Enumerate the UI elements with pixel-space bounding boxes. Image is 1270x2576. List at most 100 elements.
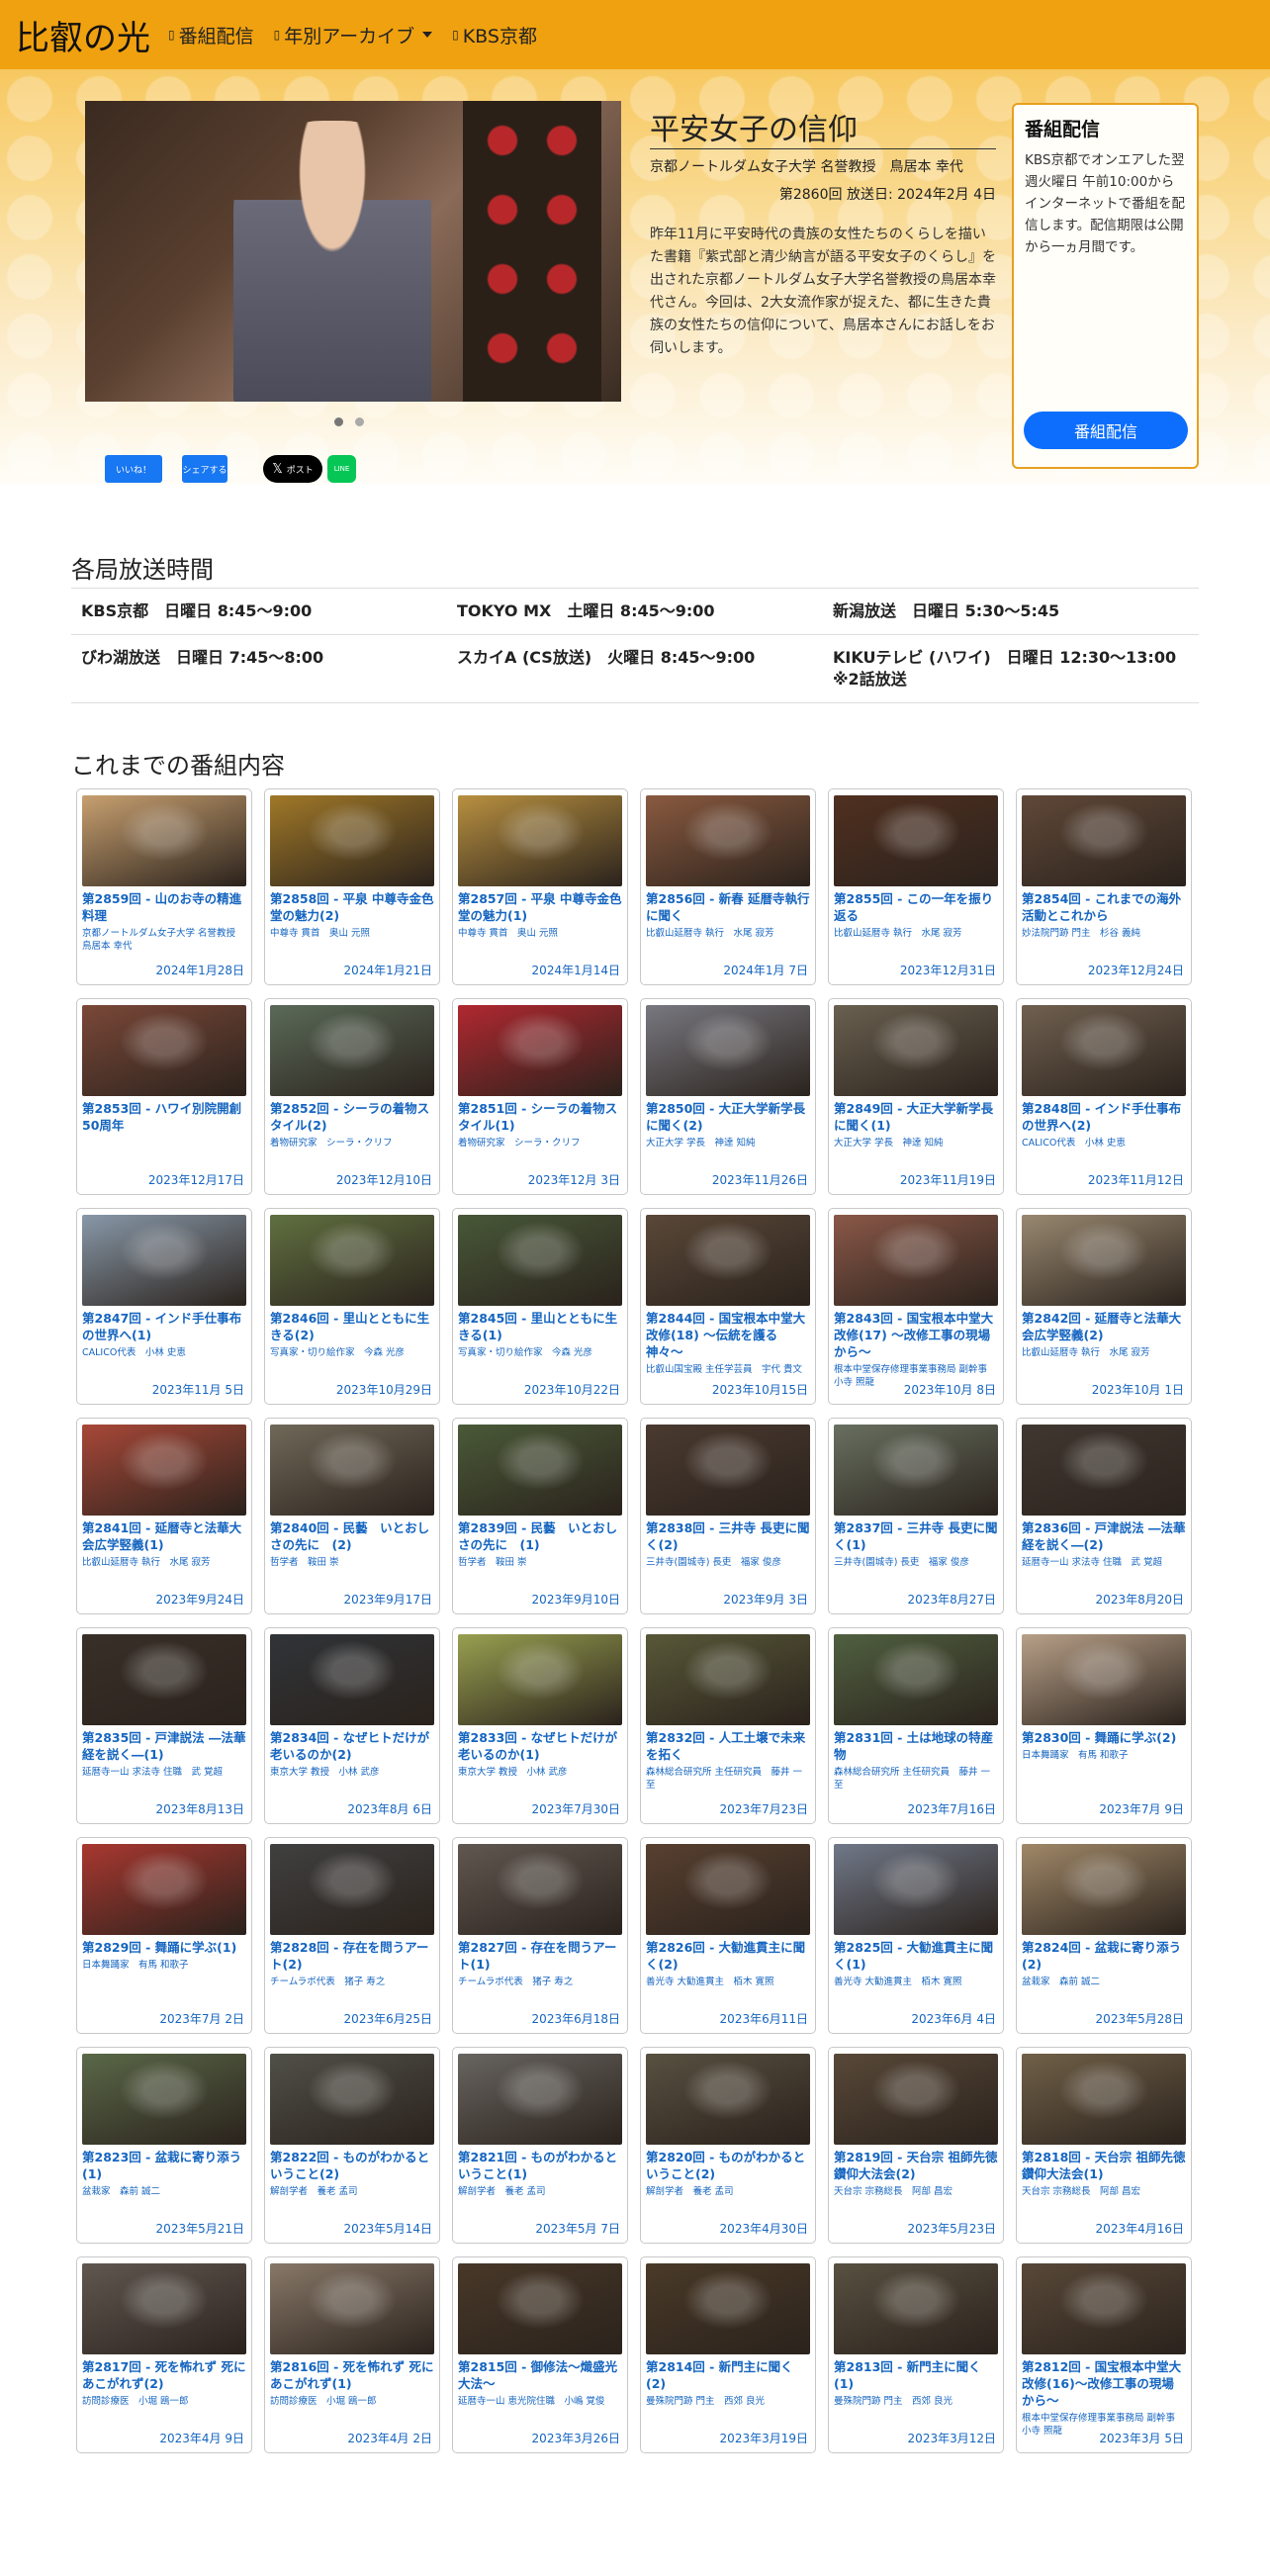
episode-card[interactable]: 第2820回 - ものがわかるということ(2) 解剖学者 養老 孟司 2023年4月… [640,2047,816,2244]
episode-thumbnail[interactable] [646,2054,810,2145]
episode-thumbnail[interactable] [834,1634,998,1725]
episode-card-title[interactable]: 第2824回 - 盆栽に寄り添う(2) [1022,1939,1186,1973]
episode-thumbnail[interactable] [82,1425,246,1516]
episode-card-title[interactable]: 第2846回 - 里山とともに生きる(2) [270,1310,434,1343]
nav-item-archive-dropdown[interactable]: ▯ 年別アーカイブ [274,22,433,48]
episode-thumbnail[interactable] [82,1215,246,1306]
episode-card-title[interactable]: 第2823回 - 盆栽に寄り添う(1) [82,2149,246,2182]
episode-thumbnail[interactable] [1022,1005,1186,1096]
episode-card-title[interactable]: 第2819回 - 天台宗 祖師先徳鑽仰大法会(2) [834,2149,998,2182]
carousel-dot-1[interactable] [334,417,343,426]
episode-thumbnail[interactable] [270,1005,434,1096]
episode-thumbnail[interactable] [458,2054,622,2145]
episode-thumbnail[interactable] [82,795,246,886]
episode-thumbnail[interactable] [82,2263,246,2354]
episode-card[interactable]: 第2855回 - この一年を振り返る 比叡山延暦寺 執行 水尾 寂芳 2023年12… [828,788,1004,985]
episode-thumbnail[interactable] [458,1005,622,1096]
episode-thumbnail[interactable] [834,795,998,886]
episode-thumbnail[interactable] [646,795,810,886]
episode-thumbnail[interactable] [1022,2263,1186,2354]
episode-card[interactable]: 第2819回 - 天台宗 祖師先徳鑽仰大法会(2) 天台宗 宗務総長 阿部 昌宏 2… [828,2047,1004,2244]
episode-card-title[interactable]: 第2856回 - 新春 延暦寺執行に聞く [646,890,810,924]
episode-thumbnail[interactable] [82,1634,246,1725]
episode-card-title[interactable]: 第2835回 - 戸津説法 ―法華経を説く―(1) [82,1729,246,1763]
episode-card[interactable]: 第2828回 - 存在を問うアート(2) チームラボ代表 猪子 寿之 2023年6月… [264,1837,440,2034]
episode-card-title[interactable]: 第2822回 - ものがわかるということ(2) [270,2149,434,2182]
episode-card[interactable]: 第2850回 - 大正大学新学長に聞く(2) 大正大学 学長 神達 知純 2023年… [640,998,816,1195]
episode-card-title[interactable]: 第2826回 - 大勧進貫主に聞く(2) [646,1939,810,1973]
episode-thumbnail[interactable] [834,2054,998,2145]
episode-card[interactable]: 第2839回 - 民藝 いとおしさの先に (1) 哲学者 鞍田 崇 2023年9月1… [452,1418,628,1614]
episode-card-title[interactable]: 第2844回 - 国宝根本中堂大改修(18) 〜伝統を護る神々〜 [646,1310,810,1360]
episode-thumbnail[interactable] [834,1425,998,1516]
facebook-like-button[interactable]: いいね！ [105,455,162,483]
nav-item-streaming[interactable]: ▯ 番組配信 [168,22,254,48]
facebook-share-button[interactable]: シェアする [182,455,227,483]
episode-thumbnail[interactable] [82,2054,246,2145]
episode-thumbnail[interactable] [458,2263,622,2354]
episode-card-title[interactable]: 第2852回 - シーラの着物スタイル(2) [270,1100,434,1134]
episode-thumbnail[interactable] [270,1215,434,1306]
episode-card[interactable]: 第2822回 - ものがわかるということ(2) 解剖学者 養老 孟司 2023年5月… [264,2047,440,2244]
x-post-button[interactable]: 𝕏 ポスト [263,455,322,483]
episode-card-title[interactable]: 第2832回 - 人工土壌で未来を拓く [646,1729,810,1763]
episode-card-title[interactable]: 第2851回 - シーラの着物スタイル(1) [458,1100,622,1134]
episode-card-title[interactable]: 第2827回 - 存在を問うアート(1) [458,1939,622,1973]
episode-card[interactable]: 第2853回 - ハワイ別院開創50周年 2023年12月17日 [76,998,252,1195]
episode-card[interactable]: 第2836回 - 戸津説法 ―法華経を説く―(2) 延暦寺一山 求法寺 住職 武 … [1016,1418,1192,1614]
episode-thumbnail[interactable] [1022,2054,1186,2145]
episode-thumbnail[interactable] [82,1844,246,1935]
episode-card-title[interactable]: 第2854回 - これまでの海外活動とこれから [1022,890,1186,924]
episode-card-title[interactable]: 第2842回 - 延暦寺と法華大会広学竪義(2) [1022,1310,1186,1343]
carousel-dot-2[interactable] [355,417,364,426]
episode-card-title[interactable]: 第2836回 - 戸津説法 ―法華経を説く―(2) [1022,1519,1186,1553]
episode-card-title[interactable]: 第2848回 - インド手仕事布の世界へ(2) [1022,1100,1186,1134]
episode-thumbnail[interactable] [646,1215,810,1306]
brand-logo[interactable]: 比叡の光 [16,11,150,59]
episode-thumbnail[interactable] [458,795,622,886]
episode-thumbnail[interactable] [1022,1634,1186,1725]
streaming-button[interactable]: 番組配信 [1024,412,1188,449]
episode-card-title[interactable]: 第2837回 - 三井寺 長吏に聞く(1) [834,1519,998,1553]
episode-thumbnail[interactable] [270,2263,434,2354]
episode-card[interactable]: 第2821回 - ものがわかるということ(1) 解剖学者 養老 孟司 2023年5月… [452,2047,628,2244]
episode-thumbnail[interactable] [458,1844,622,1935]
episode-card[interactable]: 第2857回 - 平泉 中尊寺金色堂の魅力(1) 中尊寺 貫首 奥山 元照 2024… [452,788,628,985]
episode-thumbnail[interactable] [270,1844,434,1935]
episode-card[interactable]: 第2858回 - 平泉 中尊寺金色堂の魅力(2) 中尊寺 貫首 奥山 元照 2024… [264,788,440,985]
episode-thumbnail[interactable] [270,1425,434,1516]
episode-card-title[interactable]: 第2838回 - 三井寺 長吏に聞く(2) [646,1519,810,1553]
episode-card[interactable]: 第2818回 - 天台宗 祖師先徳鑽仰大法会(1) 天台宗 宗務総長 阿部 昌宏 2… [1016,2047,1192,2244]
episode-card-title[interactable]: 第2849回 - 大正大学新学長に聞く(1) [834,1100,998,1134]
episode-thumbnail[interactable] [1022,1844,1186,1935]
episode-card[interactable]: 第2824回 - 盆栽に寄り添う(2) 盆栽家 森前 誠二 2023年5月28日 [1016,1837,1192,2034]
episode-card-title[interactable]: 第2833回 - なぜヒトだけが老いるのか(1) [458,1729,622,1763]
episode-thumbnail[interactable] [834,2263,998,2354]
episode-card[interactable]: 第2831回 - 土は地球の特産物 森林総合研究所 主任研究員 藤井 一至 2023… [828,1627,1004,1824]
episode-card-title[interactable]: 第2841回 - 延暦寺と法華大会広学竪義(1) [82,1519,246,1553]
episode-card[interactable]: 第2840回 - 民藝 いとおしさの先に (2) 哲学者 鞍田 崇 2023年9月1… [264,1418,440,1614]
episode-thumbnail[interactable] [646,2263,810,2354]
episode-card[interactable]: 第2838回 - 三井寺 長吏に聞く(2) 三井寺(園城寺) 長吏 福家 俊彦 20… [640,1418,816,1614]
episode-card[interactable]: 第2816回 - 死を怖れず 死にあこがれず(1) 訪問診療医 小堀 鴎一郎 202… [264,2256,440,2453]
episode-thumbnail[interactable] [834,1844,998,1935]
episode-thumbnail[interactable] [646,1844,810,1935]
episode-card[interactable]: 第2849回 - 大正大学新学長に聞く(1) 大正大学 学長 神達 知純 2023年… [828,998,1004,1195]
episode-thumbnail[interactable] [1022,795,1186,886]
episode-card[interactable]: 第2859回 - 山のお寺の精進料理 京都ノートルダム女子大学 名誉教授 鳥居本 … [76,788,252,985]
episode-card[interactable]: 第2817回 - 死を怖れず 死にあこがれず(2) 訪問診療医 小堀 鴎一郎 202… [76,2256,252,2453]
episode-thumbnail[interactable] [458,1634,622,1725]
episode-card[interactable]: 第2814回 - 新門主に聞く(2) 曼殊院門跡 門主 西郊 良光 2023年3月1… [640,2256,816,2453]
episode-card[interactable]: 第2825回 - 大勧進貫主に聞く(1) 善光寺 大勧進貫主 栢木 寛照 2023年… [828,1837,1004,2034]
episode-thumbnail[interactable] [82,1005,246,1096]
episode-card[interactable]: 第2815回 - 御修法〜熾盛光大法〜 延暦寺一山 恵光院住職 小嶋 覚俊 2023… [452,2256,628,2453]
episode-card-title[interactable]: 第2828回 - 存在を問うアート(2) [270,1939,434,1973]
episode-card-title[interactable]: 第2831回 - 土は地球の特産物 [834,1729,998,1763]
episode-card[interactable]: 第2835回 - 戸津説法 ―法華経を説く―(1) 延暦寺一山 求法寺 住職 武 … [76,1627,252,1824]
episode-thumbnail[interactable] [270,1634,434,1725]
episode-card[interactable]: 第2848回 - インド手仕事布の世界へ(2) CALICO代表 小林 史恵 202… [1016,998,1192,1195]
episode-card-title[interactable]: 第2829回 - 舞踊に学ぶ(1) [82,1939,246,1956]
episode-thumbnail[interactable] [834,1215,998,1306]
episode-thumbnail[interactable] [646,1425,810,1516]
episode-card-title[interactable]: 第2850回 - 大正大学新学長に聞く(2) [646,1100,810,1134]
